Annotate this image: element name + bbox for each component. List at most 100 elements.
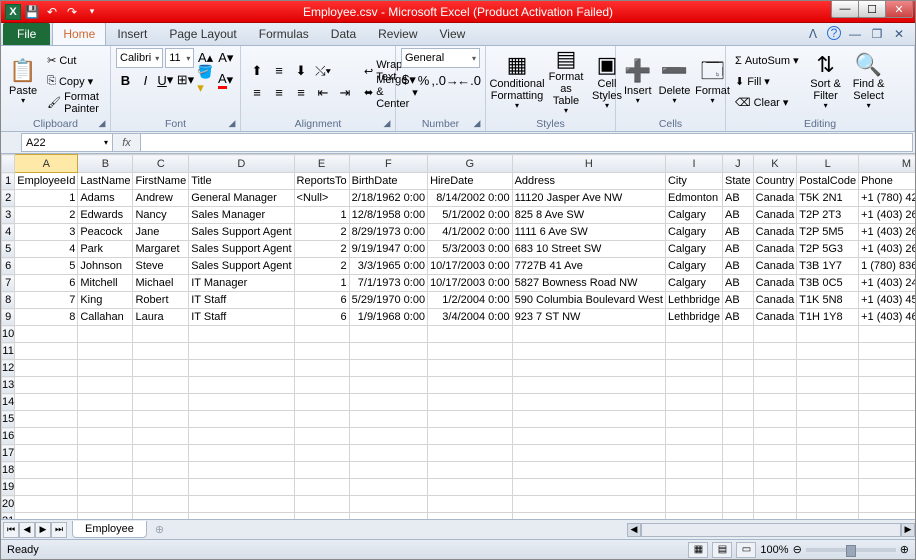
- cell[interactable]: Nancy: [133, 207, 189, 224]
- cell[interactable]: [294, 343, 349, 360]
- cell[interactable]: 1111 6 Ave SW: [512, 224, 665, 241]
- cell[interactable]: Sales Manager: [189, 207, 294, 224]
- help-icon[interactable]: ?: [827, 26, 841, 40]
- cell[interactable]: [15, 479, 78, 496]
- tab-review[interactable]: Review: [367, 22, 428, 45]
- cell[interactable]: 8: [15, 309, 78, 326]
- font-name-combo[interactable]: Calibri▾: [116, 48, 163, 68]
- cell[interactable]: T1H 1Y8: [797, 309, 859, 326]
- cell[interactable]: [349, 394, 427, 411]
- cell[interactable]: [753, 360, 797, 377]
- cell[interactable]: [189, 445, 294, 462]
- cell[interactable]: +1 (403) 263-4423: [859, 241, 915, 258]
- cut-button[interactable]: ✂Cut: [43, 51, 105, 71]
- cell[interactable]: [797, 343, 859, 360]
- cell[interactable]: [189, 394, 294, 411]
- normal-view-icon[interactable]: ▦: [688, 542, 708, 558]
- cell[interactable]: Edmonton: [665, 190, 722, 207]
- cell[interactable]: [15, 496, 78, 513]
- cell[interactable]: [428, 462, 513, 479]
- cell[interactable]: 11120 Jasper Ave NW: [512, 190, 665, 207]
- cell[interactable]: [797, 513, 859, 520]
- row-header[interactable]: 14: [2, 394, 15, 411]
- cell[interactable]: 2: [294, 258, 349, 275]
- cell[interactable]: Canada: [753, 275, 797, 292]
- orientation-icon[interactable]: ⤯▾: [312, 61, 334, 81]
- cell[interactable]: 3/4/2004 0:00: [428, 309, 513, 326]
- cell[interactable]: [665, 479, 722, 496]
- cell[interactable]: Robert: [133, 292, 189, 309]
- row-header[interactable]: 7: [2, 275, 15, 292]
- maximize-button[interactable]: ☐: [858, 0, 886, 18]
- cell[interactable]: 2/18/1962 0:00: [349, 190, 427, 207]
- cell[interactable]: [753, 479, 797, 496]
- cell[interactable]: 10/17/2003 0:00: [428, 275, 513, 292]
- cell[interactable]: Canada: [753, 292, 797, 309]
- cell[interactable]: [722, 496, 753, 513]
- cell[interactable]: 4: [15, 241, 78, 258]
- cell[interactable]: [665, 411, 722, 428]
- cell[interactable]: 825 8 Ave SW: [512, 207, 665, 224]
- align-bottom-icon[interactable]: ⬇: [290, 61, 312, 81]
- cell[interactable]: +1 (403) 262-3443: [859, 207, 915, 224]
- fx-button[interactable]: fx: [113, 133, 141, 152]
- cell[interactable]: T3B 1Y7: [797, 258, 859, 275]
- cell[interactable]: Sales Support Agent: [189, 241, 294, 258]
- cell[interactable]: Mitchell: [78, 275, 133, 292]
- cell[interactable]: [665, 377, 722, 394]
- cell[interactable]: Steve: [133, 258, 189, 275]
- cell[interactable]: [722, 360, 753, 377]
- cell[interactable]: [189, 462, 294, 479]
- paste-button[interactable]: 📋 Paste ▾: [6, 50, 40, 114]
- cell[interactable]: [133, 360, 189, 377]
- zoom-level[interactable]: 100%: [760, 544, 788, 556]
- cell[interactable]: [294, 394, 349, 411]
- cell[interactable]: Phone: [859, 173, 915, 190]
- align-top-icon[interactable]: ⬆: [246, 61, 268, 81]
- cell[interactable]: [428, 496, 513, 513]
- cell[interactable]: 6: [294, 309, 349, 326]
- row-header[interactable]: 5: [2, 241, 15, 258]
- cell[interactable]: Canada: [753, 258, 797, 275]
- cell[interactable]: [722, 513, 753, 520]
- zoom-slider[interactable]: [806, 548, 896, 552]
- cell[interactable]: Calgary: [665, 207, 722, 224]
- cell[interactable]: [189, 496, 294, 513]
- cell[interactable]: [753, 326, 797, 343]
- cell[interactable]: [189, 326, 294, 343]
- cell[interactable]: [797, 326, 859, 343]
- row-header[interactable]: 3: [2, 207, 15, 224]
- cell[interactable]: [753, 496, 797, 513]
- cell[interactable]: [189, 360, 294, 377]
- cell[interactable]: [15, 462, 78, 479]
- dialog-launcher-icon[interactable]: ◢: [226, 118, 238, 130]
- cell[interactable]: [797, 462, 859, 479]
- cell[interactable]: [512, 377, 665, 394]
- cell[interactable]: [349, 513, 427, 520]
- cell[interactable]: +1 (403) 262-3443: [859, 224, 915, 241]
- cell[interactable]: [665, 496, 722, 513]
- cell[interactable]: [133, 377, 189, 394]
- cell[interactable]: 2: [294, 241, 349, 258]
- column-header[interactable]: E: [294, 155, 349, 173]
- cell[interactable]: [133, 326, 189, 343]
- cell[interactable]: [797, 445, 859, 462]
- cell[interactable]: [349, 343, 427, 360]
- cell[interactable]: AB: [722, 207, 753, 224]
- sheet-nav-last-icon[interactable]: ⏭: [51, 522, 67, 538]
- tab-insert[interactable]: Insert: [106, 22, 158, 45]
- zoom-out-button[interactable]: ⊖: [793, 543, 802, 556]
- cell[interactable]: [428, 479, 513, 496]
- decrease-decimal-icon[interactable]: ←.0: [458, 70, 480, 90]
- cell[interactable]: [722, 377, 753, 394]
- row-header[interactable]: 15: [2, 411, 15, 428]
- name-box[interactable]: A22▾: [21, 133, 113, 152]
- close-button[interactable]: ✕: [885, 0, 913, 18]
- cell[interactable]: City: [665, 173, 722, 190]
- cell[interactable]: [665, 513, 722, 520]
- cell[interactable]: [753, 377, 797, 394]
- column-header[interactable]: F: [349, 155, 427, 173]
- cell[interactable]: [665, 394, 722, 411]
- find-select-button[interactable]: 🔍Find & Select▾: [849, 50, 889, 114]
- cell[interactable]: Calgary: [665, 224, 722, 241]
